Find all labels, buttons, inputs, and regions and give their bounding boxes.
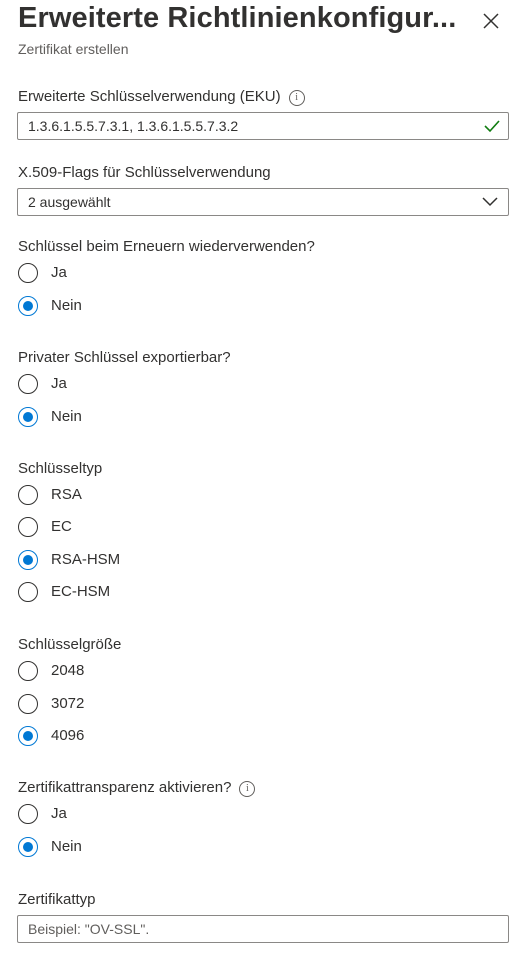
eku-label: Erweiterte Schlüsselverwendung (EKU) i xyxy=(18,88,305,106)
radio-circle[interactable] xyxy=(18,726,38,746)
radio-circle[interactable] xyxy=(18,804,38,824)
radio-label: 4096 xyxy=(51,727,85,744)
radio-label: Ja xyxy=(51,375,67,392)
radio-label: 3072 xyxy=(51,695,85,712)
exportable-label: Privater Schlüssel exportierbar? xyxy=(18,349,231,366)
cert-type-placeholder: Beispiel: "OV-SSL". xyxy=(28,921,150,937)
panel-title: Erweiterte Richtlinienkonfigur... xyxy=(18,2,457,34)
radio-circle[interactable] xyxy=(18,550,38,570)
radio-circle[interactable] xyxy=(18,694,38,714)
eku-label-text: Erweiterte Schlüsselverwendung (EKU) xyxy=(18,88,281,105)
close-icon[interactable] xyxy=(480,10,502,32)
radio-circle[interactable] xyxy=(18,661,38,681)
radio-circle[interactable] xyxy=(18,837,38,857)
reuse-key-label: Schlüssel beim Erneuern wiederverwenden? xyxy=(18,238,315,255)
info-icon[interactable]: i xyxy=(239,781,256,797)
radio-label: Nein xyxy=(51,838,82,855)
radio-circle[interactable] xyxy=(18,582,38,602)
transparency-label-text: Zertifikattransparenz aktivieren? xyxy=(18,779,232,796)
radio-label: 2048 xyxy=(51,662,85,679)
radio-label: EC-HSM xyxy=(51,583,111,600)
x509-dropdown[interactable]: 2 ausgewählt xyxy=(17,188,509,216)
cert-type-label: Zertifikattyp xyxy=(18,891,96,908)
checkmark-icon xyxy=(484,120,500,133)
cert-type-input[interactable]: Beispiel: "OV-SSL". xyxy=(17,915,509,943)
x509-label: X.509-Flags für Schlüsselverwendung xyxy=(18,164,271,181)
radio-circle[interactable] xyxy=(18,517,38,537)
chevron-down-icon xyxy=(482,197,498,207)
key-size-label: Schlüsselgröße xyxy=(18,636,122,653)
eku-input-value: 1.3.6.1.5.5.7.3.1, 1.3.6.1.5.5.7.3.2 xyxy=(28,118,239,134)
eku-input[interactable]: 1.3.6.1.5.5.7.3.1, 1.3.6.1.5.5.7.3.2 xyxy=(17,112,509,140)
radio-label: Ja xyxy=(51,805,67,822)
radio-circle[interactable] xyxy=(18,296,38,316)
radio-label: Ja xyxy=(51,264,67,281)
key-type-label: Schlüsseltyp xyxy=(18,460,103,477)
radio-label: Nein xyxy=(51,297,82,314)
panel-subtitle: Zertifikat erstellen xyxy=(18,41,129,57)
radio-circle[interactable] xyxy=(18,485,38,505)
radio-circle[interactable] xyxy=(18,263,38,283)
radio-label: EC xyxy=(51,518,72,535)
x509-dropdown-value: 2 ausgewählt xyxy=(28,194,111,210)
transparency-label: Zertifikattransparenz aktivieren? i xyxy=(18,779,256,797)
radio-circle[interactable] xyxy=(18,407,38,427)
radio-label: RSA-HSM xyxy=(51,551,121,568)
info-icon[interactable]: i xyxy=(288,90,305,106)
radio-label: RSA xyxy=(51,486,82,503)
radio-circle[interactable] xyxy=(18,374,38,394)
radio-label: Nein xyxy=(51,408,82,425)
